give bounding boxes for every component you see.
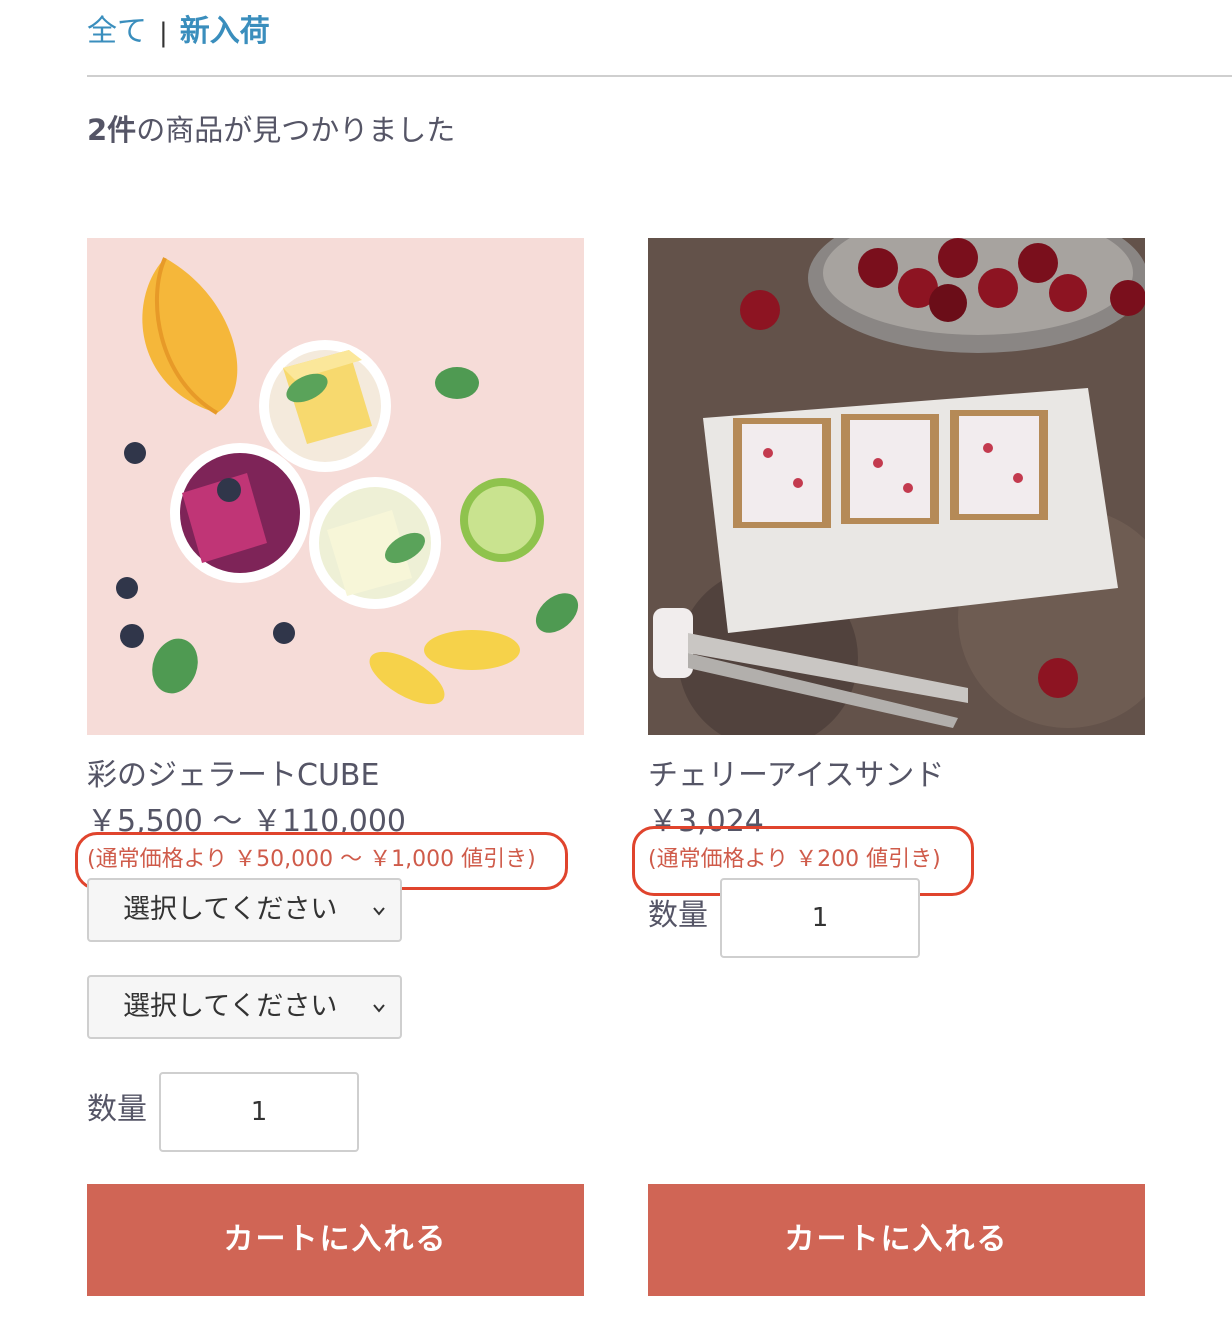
variant-select-1-value: 選択してください [123, 894, 338, 925]
add-to-cart-button[interactable]: カートに入れる [648, 1184, 1145, 1296]
product-name[interactable]: 彩のジェラートCUBE [87, 756, 379, 796]
add-to-cart-button[interactable]: カートに入れる [87, 1184, 584, 1296]
divider [87, 75, 1232, 77]
product-name[interactable]: チェリーアイスサンド [648, 756, 944, 796]
variant-select-2[interactable]: 選択してください [87, 975, 402, 1039]
chevron-down-icon [373, 907, 385, 916]
breadcrumb-separator: | [159, 18, 168, 48]
result-count: 2件の商品が見つかりました [87, 108, 455, 152]
result-count-number: 2件 [87, 113, 137, 147]
quantity-label: 数量 [87, 1092, 147, 1127]
product-list-page: 全て | 新入荷 2件の商品が見つかりました 彩のジェラートCUBE ￥5,50… [0, 0, 1232, 1340]
result-count-text: の商品が見つかりました [136, 113, 456, 147]
product-card-gelato-cube: 彩のジェラートCUBE ￥5,500 ～ ￥110,000 (通常価格より ￥5… [75, 238, 584, 1296]
variant-select-1[interactable]: 選択してください [87, 878, 402, 942]
quantity-input[interactable]: 1 [720, 878, 920, 958]
product-card-cherry-ice-sandwich: チェリーアイスサンド ￥3,024 (通常価格より ￥200 値引き) 数量 1… [632, 238, 1145, 1296]
breadcrumb-all-link[interactable]: 全て [87, 14, 147, 49]
cherry-ice-sandwich-image[interactable] [648, 238, 1145, 735]
quantity-input[interactable]: 1 [159, 1072, 359, 1152]
breadcrumb-new-arrivals-link[interactable]: 新入荷 [180, 14, 270, 49]
gelato-cubes-image[interactable] [87, 238, 584, 735]
quantity-label: 数量 [648, 898, 708, 933]
chevron-down-icon [373, 1004, 385, 1013]
breadcrumb: 全て | 新入荷 [87, 10, 270, 55]
variant-select-2-value: 選択してください [123, 991, 338, 1022]
